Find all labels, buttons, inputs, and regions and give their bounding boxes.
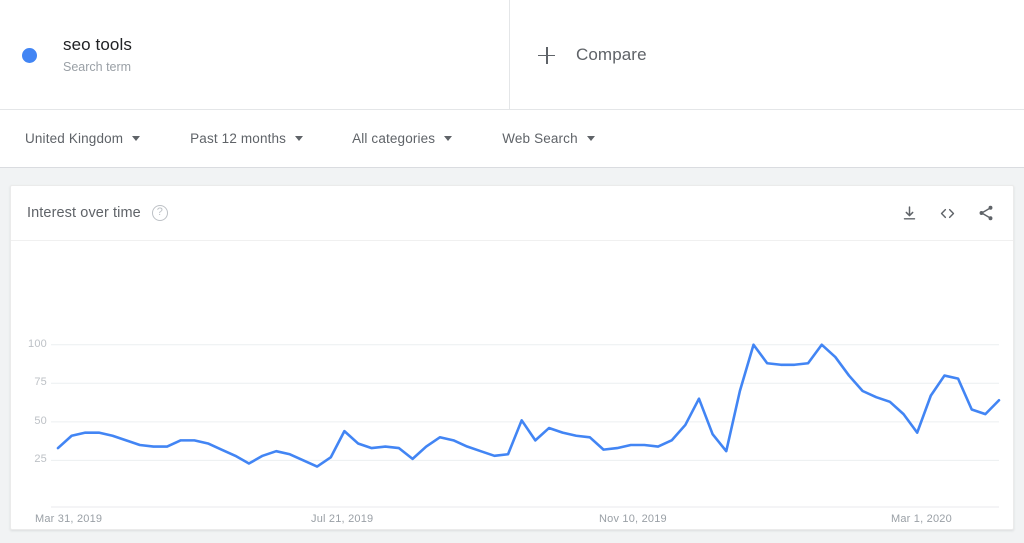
search-term-subtitle: Search term xyxy=(63,59,132,74)
download-icon[interactable] xyxy=(901,205,918,222)
chevron-down-icon xyxy=(132,136,141,141)
chart-line-seo-tools xyxy=(56,343,1001,468)
y-axis-label: 75 xyxy=(34,376,47,389)
filter-time-range-label: Past 12 months xyxy=(190,131,287,146)
card-title: Interest over time xyxy=(27,205,141,221)
x-axis-label: Jul 21, 2019 xyxy=(311,513,374,525)
add-comparison-button[interactable]: Compare xyxy=(510,0,1024,110)
search-term-texts: seo tools Search term xyxy=(63,34,132,77)
search-term-bar: seo tools Search term Compare xyxy=(0,0,1024,110)
card-header: Interest over time ? xyxy=(11,186,1013,241)
series-color-dot-icon xyxy=(22,47,37,63)
search-term-title: seo tools xyxy=(63,34,132,54)
interest-over-time-chart: 100 75 50 25 Mar 31, 2019 Jul 21, 2019 N… xyxy=(11,241,1015,530)
compare-label: Compare xyxy=(576,45,647,64)
chevron-down-icon xyxy=(295,136,304,141)
help-icon[interactable]: ? xyxy=(151,205,168,221)
card-actions xyxy=(901,204,995,222)
interest-over-time-card: Interest over time ? 100 75 50 25 Mar 31… xyxy=(10,185,1014,530)
x-axis-label: Nov 10, 2019 xyxy=(599,513,667,525)
embed-code-icon[interactable] xyxy=(938,205,957,222)
chevron-down-icon xyxy=(444,136,453,141)
y-axis-label: 100 xyxy=(28,337,47,350)
filter-location[interactable]: United Kingdom xyxy=(25,110,141,167)
google-trends-page: seo tools Search term Compare United Kin… xyxy=(0,0,1024,543)
filter-category-label: All categories xyxy=(352,131,436,146)
chevron-down-icon xyxy=(586,136,595,141)
filter-bar: United Kingdom Past 12 months All catego… xyxy=(0,110,1024,168)
filter-time-range[interactable]: Past 12 months xyxy=(190,110,304,167)
filter-location-label: United Kingdom xyxy=(25,131,124,146)
chart-svg xyxy=(51,343,1001,508)
x-axis-label: Mar 31, 2019 xyxy=(35,513,103,525)
share-icon[interactable] xyxy=(977,204,995,222)
filter-search-type[interactable]: Web Search xyxy=(502,110,595,167)
plus-icon xyxy=(538,46,555,64)
y-axis-label: 25 xyxy=(34,453,47,466)
filter-search-type-label: Web Search xyxy=(502,131,578,146)
y-axis-label: 50 xyxy=(34,414,47,427)
filter-category[interactable]: All categories xyxy=(352,110,453,167)
search-term-card[interactable]: seo tools Search term xyxy=(0,0,510,110)
x-axis-label: Mar 1, 2020 xyxy=(891,513,952,525)
